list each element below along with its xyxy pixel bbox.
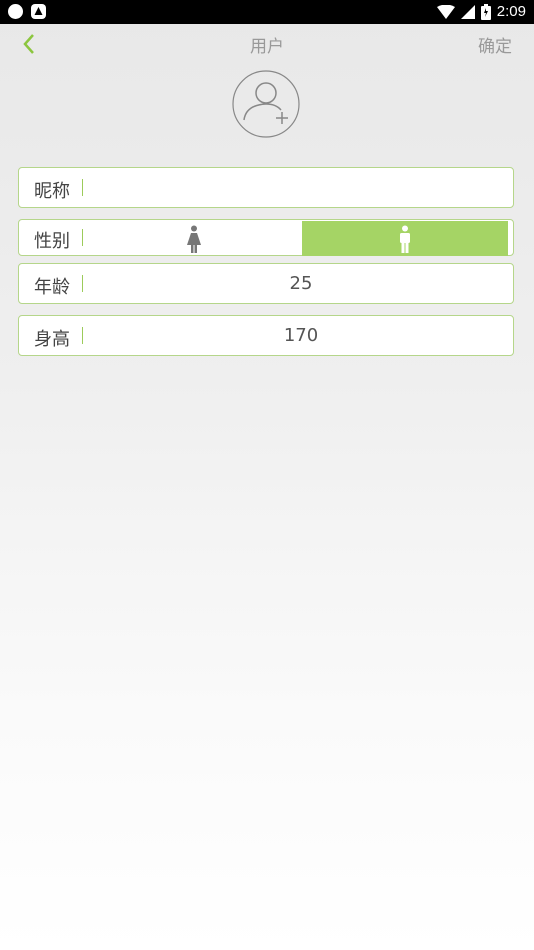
gender-female-option[interactable] <box>85 221 303 256</box>
wifi-icon <box>436 5 455 19</box>
age-row[interactable]: 年龄 25 <box>18 263 514 304</box>
status-time: 2:09 <box>496 3 526 20</box>
notification-alert-icon <box>31 4 46 19</box>
avatar-button[interactable] <box>232 70 300 138</box>
top-bar: 用户 确定 <box>0 24 534 60</box>
gender-male-option[interactable] <box>302 221 508 256</box>
height-value[interactable]: 170 <box>89 325 513 346</box>
divider <box>82 275 83 292</box>
status-icons: 2:09 <box>436 2 526 22</box>
height-row[interactable]: 身高 170 <box>18 315 514 356</box>
battery-icon <box>480 4 491 20</box>
status-bar: 2:09 <box>0 0 534 24</box>
signal-icon <box>460 5 475 19</box>
gender-row: 性别 <box>18 219 514 256</box>
male-icon <box>400 225 410 253</box>
confirm-button[interactable]: 确定 <box>478 32 512 57</box>
age-label: 年龄 <box>34 277 70 298</box>
page-title: 用户 <box>250 37 284 57</box>
nickname-label: 昵称 <box>34 181 70 202</box>
nickname-input[interactable] <box>89 174 503 202</box>
add-user-icon <box>232 70 300 138</box>
nickname-row: 昵称 <box>18 167 514 208</box>
divider <box>82 179 83 196</box>
divider <box>82 327 83 344</box>
gender-label: 性别 <box>34 231 70 252</box>
notification-app-icon <box>8 4 23 19</box>
notification-icons <box>8 4 46 19</box>
female-icon <box>187 225 201 253</box>
height-label: 身高 <box>34 329 70 350</box>
age-value[interactable]: 25 <box>89 273 513 294</box>
divider <box>82 229 83 246</box>
